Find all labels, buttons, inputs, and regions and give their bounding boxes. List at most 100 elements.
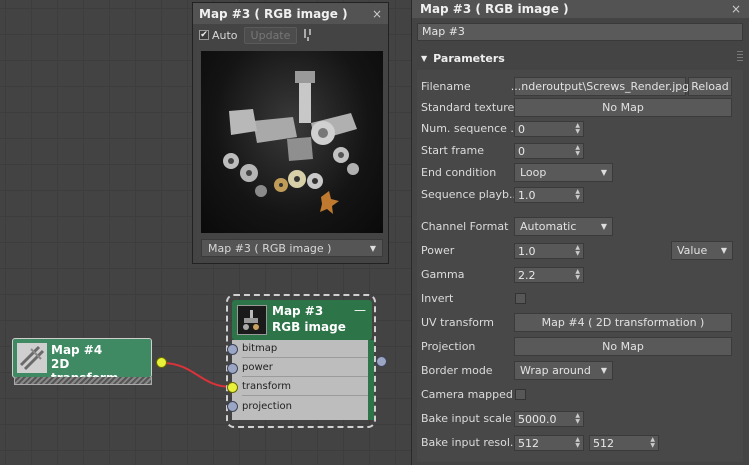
end-condition-value: Loop [520, 166, 547, 179]
node-map3-rail [368, 340, 374, 420]
socket-bitmap[interactable] [227, 344, 238, 355]
rollout-title: Parameters [433, 51, 505, 65]
power-mode-dropdown[interactable]: Value ▼ [671, 241, 733, 260]
socket-transform[interactable] [227, 382, 238, 393]
node-map4-name: Map #4 [51, 343, 103, 357]
bake-input-scale-value: 5000.0 [518, 412, 557, 426]
gamma-label: Gamma [421, 267, 465, 281]
end-condition-dropdown[interactable]: Loop ▼ [514, 163, 613, 182]
spinner-arrows-icon[interactable]: ▲ ▼ [575, 269, 580, 281]
panel-title-bar[interactable]: Map #3 ( RGB image ) × [412, 0, 749, 18]
bake-resolution-y-spinner[interactable]: 512 ▲ ▼ [589, 435, 659, 451]
output-socket[interactable] [156, 357, 167, 368]
port-bitmap[interactable]: bitmap [242, 340, 370, 358]
border-mode-value: Wrap around [520, 364, 591, 377]
parameters-rollout-header[interactable]: ▼ Parameters [417, 48, 743, 68]
grip-icon [737, 51, 743, 61]
chevron-down-icon: ▼ [369, 243, 376, 253]
spinner-arrows-icon[interactable]: ▲ ▼ [575, 413, 580, 425]
uv-transform-label: UV transform [421, 315, 494, 329]
gamma-spinner[interactable]: 2.2 ▲ ▼ [514, 267, 584, 283]
num-sequence-label: Num. sequence ... [421, 121, 521, 135]
power-spinner[interactable]: 1.0 ▲ ▼ [514, 243, 584, 259]
chevron-down-icon: ▼ [600, 222, 607, 231]
node-map4-footer [14, 377, 152, 385]
node-map4[interactable]: Map #4 2D transform... [12, 338, 152, 385]
spinner-arrows-icon[interactable]: ▲ ▼ [575, 245, 580, 257]
end-condition-label: End condition [421, 165, 497, 179]
collapse-triangle-icon: ▼ [421, 53, 428, 63]
bake-resolution-x-spinner[interactable]: 512 ▲ ▼ [514, 435, 584, 451]
spinner-arrows-icon[interactable]: ▲ ▼ [575, 145, 580, 157]
port-power[interactable]: power [242, 359, 370, 377]
port-transform[interactable]: transform [242, 378, 370, 396]
start-frame-spinner[interactable]: 0 ▲ ▼ [514, 143, 584, 159]
power-value: 1.0 [518, 244, 536, 258]
close-icon[interactable]: × [372, 7, 382, 21]
close-icon[interactable]: × [731, 2, 741, 16]
preview-title: Map #3 ( RGB image ) [199, 6, 348, 21]
node-map3-name: Map #3 [272, 304, 324, 318]
minimize-icon[interactable]: — [354, 303, 366, 317]
start-frame-label: Start frame [421, 143, 484, 157]
power-mode-value: Value [677, 244, 708, 257]
spinner-arrows-icon[interactable]: ▲ ▼ [575, 189, 580, 201]
checkbox-checked-icon: ✔ [199, 30, 209, 40]
start-frame-value: 0 [518, 144, 525, 158]
invert-label: Invert [421, 291, 454, 305]
power-label: Power [421, 243, 455, 257]
projection-button[interactable]: No Map [514, 337, 732, 356]
channel-format-dropdown[interactable]: Automatic ▼ [514, 217, 613, 236]
sequence-playback-label: Sequence playb... [421, 187, 520, 201]
map-name-field[interactable]: Map #3 [417, 23, 743, 41]
node-map3-type: RGB image [272, 320, 346, 334]
border-mode-dropdown[interactable]: Wrap around ▼ [514, 361, 613, 380]
num-sequence-value: 0 [518, 122, 525, 136]
node-map3-ports: bitmap power transform projection [232, 340, 372, 420]
socket-power[interactable] [227, 363, 238, 374]
chevron-down-icon: ▼ [600, 366, 607, 375]
bake-resolution-y-value: 512 [593, 436, 614, 450]
2d-transform-icon [17, 343, 47, 373]
bake-resolution-x-value: 512 [518, 436, 539, 450]
preview-select-value: Map #3 ( RGB image ) [208, 241, 332, 255]
parameters-area: Filename ...nderoutput\Screws_Render.jpg… [417, 70, 743, 462]
standard-texture-button[interactable]: No Map [514, 98, 732, 117]
sequence-playback-spinner[interactable]: 1.0 ▲ ▼ [514, 187, 584, 203]
border-mode-label: Border mode [421, 363, 493, 377]
reload-button[interactable]: Reload [688, 77, 732, 96]
pin-icon[interactable] [303, 28, 313, 42]
spinner-arrows-icon[interactable]: ▲ ▼ [575, 437, 580, 449]
channel-format-value: Automatic [520, 220, 577, 233]
uv-transform-button[interactable]: Map #4 ( 2D transformation ) [514, 313, 732, 332]
standard-texture-label: Standard texture [421, 100, 515, 114]
sequence-playback-value: 1.0 [518, 188, 536, 202]
node-map3[interactable]: Map #3 RGB image — bitmap power transfor… [226, 294, 376, 428]
invert-checkbox[interactable] [515, 293, 526, 304]
preview-window[interactable]: Map #3 ( RGB image ) × ✔ Auto Update Map… [192, 2, 389, 264]
camera-mapped-label: Camera mapped [421, 387, 513, 401]
port-projection[interactable]: projection [242, 397, 370, 415]
bake-input-resolution-label: Bake input resol... [421, 435, 521, 449]
gamma-value: 2.2 [518, 268, 536, 282]
bake-input-scale-spinner[interactable]: 5000.0 ▲ ▼ [514, 411, 584, 427]
socket-projection[interactable] [227, 401, 238, 412]
num-sequence-spinner[interactable]: 0 ▲ ▼ [514, 121, 584, 137]
bake-input-scale-label: Bake input scale [421, 411, 512, 425]
preview-map-select[interactable]: Map #3 ( RGB image ) ▼ [201, 239, 383, 257]
auto-checkbox[interactable]: ✔ Auto [199, 29, 238, 42]
node-map3-thumbnail [237, 305, 267, 335]
update-button[interactable]: Update [243, 26, 298, 44]
preview-image [201, 51, 383, 233]
socket-output-map3[interactable] [376, 356, 387, 367]
screws-render-image [223, 71, 359, 214]
filename-button[interactable]: ...nderoutput\Screws_Render.jpg [511, 77, 689, 96]
node-map3-header[interactable]: Map #3 RGB image — [232, 300, 372, 340]
spinner-arrows-icon[interactable]: ▲ ▼ [575, 123, 580, 135]
parameter-panel: Map #3 ( RGB image ) × Map #3 ▼ Paramete… [411, 0, 749, 465]
spinner-arrows-icon[interactable]: ▲ ▼ [650, 437, 655, 449]
channel-format-label: Channel Format [421, 219, 509, 233]
preview-toolbar: ✔ Auto Update [193, 24, 388, 46]
camera-mapped-checkbox[interactable] [515, 389, 526, 400]
preview-title-bar[interactable]: Map #3 ( RGB image ) × [193, 3, 388, 24]
